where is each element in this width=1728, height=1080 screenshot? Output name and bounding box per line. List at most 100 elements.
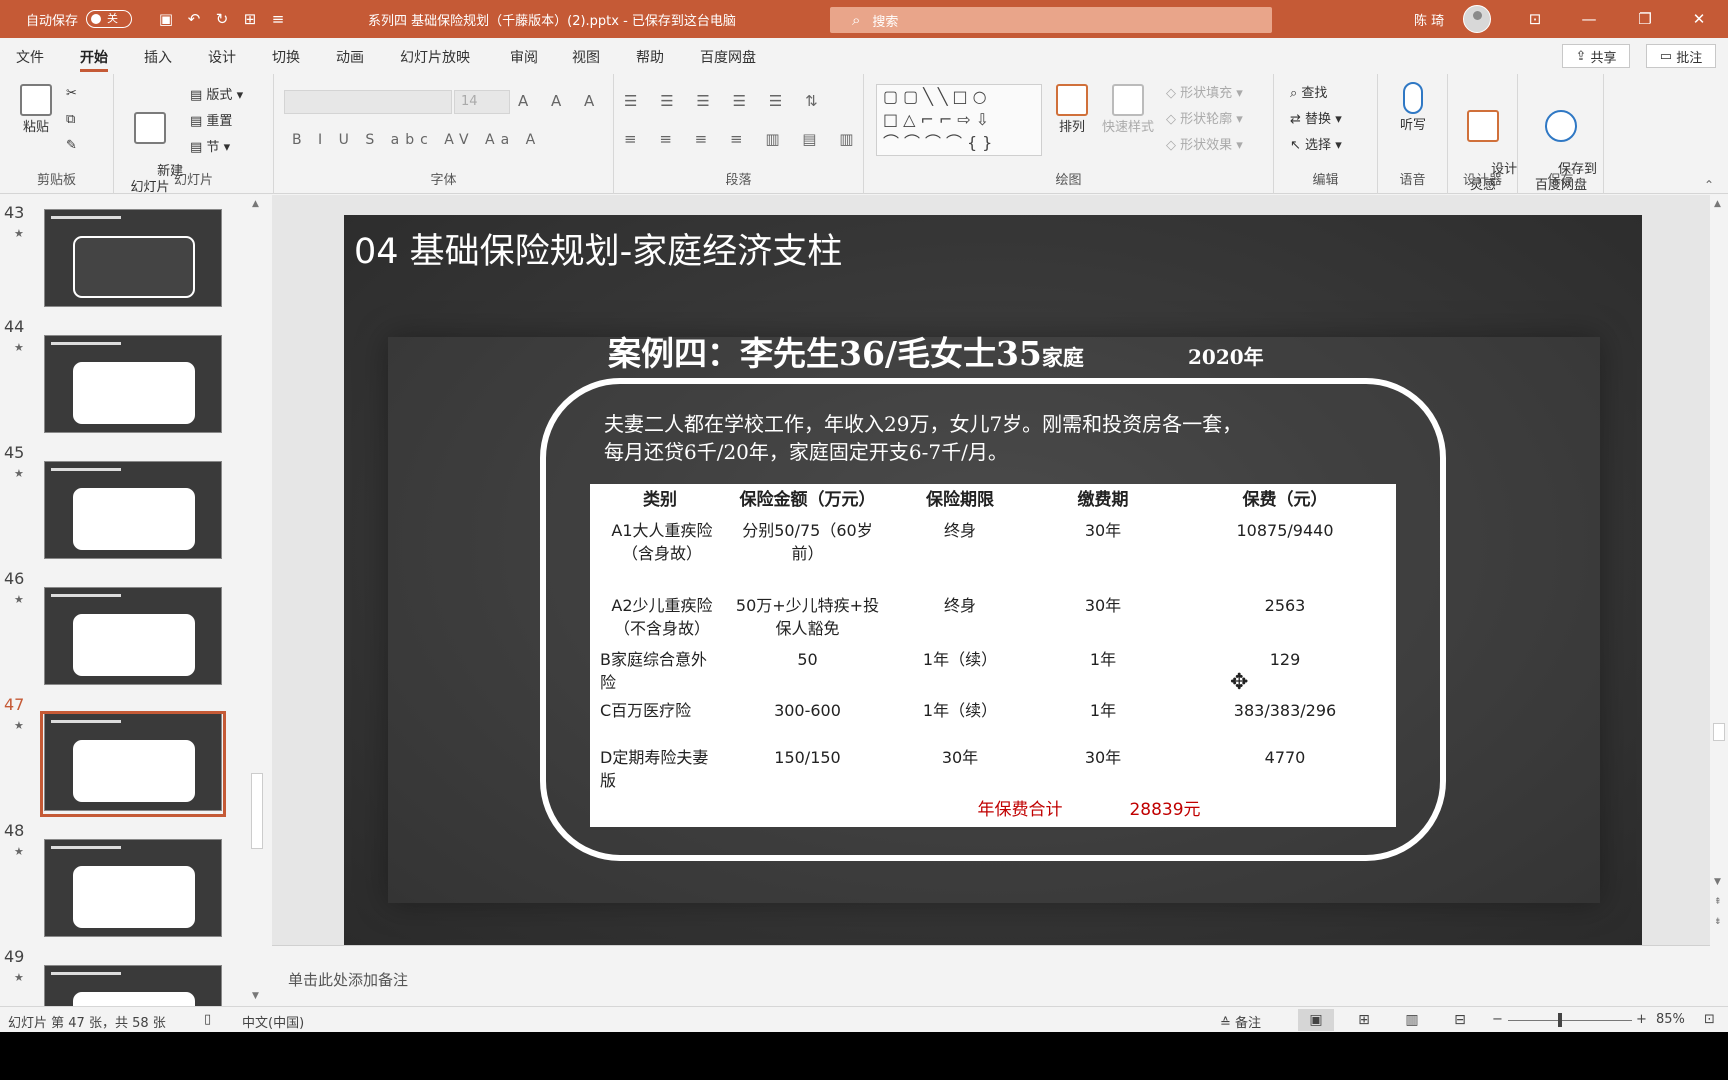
insurance-table[interactable]: 类别 保险金额（万元） 保险期限 缴费期 保费（元） A1大人重疾险 （含身故）… [590, 484, 1396, 827]
scroll-up-icon[interactable]: ▲ [1714, 199, 1721, 209]
collapse-ribbon-icon[interactable]: ⌃ [1704, 178, 1714, 192]
tab-view[interactable]: 视图 [572, 47, 600, 67]
scroll-down-icon[interactable]: ▼ [252, 991, 259, 1001]
search-box[interactable]: ⌕ 搜索 [830, 7, 1272, 33]
tab-review[interactable]: 审阅 [510, 47, 538, 67]
case-description[interactable]: 夫妻二人都在学校工作，年收入29万，女儿7岁。刚需和投资房各一套， 每月还贷6千… [604, 410, 1364, 466]
case-year[interactable]: 2020年 [1188, 341, 1264, 370]
font-name-field[interactable] [284, 90, 452, 114]
font-size-field[interactable]: 14 [454, 90, 510, 114]
tab-home[interactable]: 开始 [80, 47, 108, 72]
maximize-icon[interactable]: ❐ [1620, 0, 1670, 38]
save-to-baidu-button[interactable]: 保存到 百度网盘 [1524, 78, 1598, 210]
zoom-slider[interactable] [1508, 1020, 1632, 1021]
case-title-suffix: 家庭 [1041, 345, 1084, 370]
menu-bar: 文件 开始 插入 设计 切换 动画 幻灯片放映 审阅 视图 帮助 百度网盘 ⇪ … [0, 38, 1728, 74]
notes-toggle[interactable]: ≙ 备注 [1220, 1012, 1261, 1031]
new-slide-button[interactable]: 新建 幻灯片 [124, 80, 183, 212]
autosave-control[interactable]: 自动保存 关 [26, 0, 133, 38]
list-indent-icons[interactable]: ☰ ☰ ☰ ☰ ☰ ⇅ [624, 92, 827, 110]
font-format-buttons[interactable]: B I U S abc AV Aa A [292, 132, 541, 148]
cut-icon[interactable]: ✂ [66, 86, 77, 101]
arrange-button[interactable]: 排列 [1050, 84, 1094, 136]
start-slideshow-icon[interactable]: ⊞ [240, 10, 260, 28]
language-indicator[interactable]: 中文(中国) [242, 1012, 304, 1031]
reading-view-icon[interactable]: ▥ [1394, 1009, 1430, 1031]
design-ideas-button[interactable]: 设计 灵感 [1458, 78, 1517, 210]
undo-icon[interactable]: ↶ [184, 10, 204, 28]
customize-qat-icon[interactable]: ≡ [268, 10, 288, 28]
comments-button[interactable]: ▭ 批注 [1646, 44, 1716, 68]
tab-animations[interactable]: 动画 [336, 47, 364, 67]
reset-button[interactable]: ▤ 重置 [190, 110, 232, 129]
shape-fill-button[interactable]: ◇ 形状填充 ▾ [1166, 82, 1243, 101]
scroll-down-icon[interactable]: ▼ [1714, 877, 1721, 887]
zoom-level[interactable]: 85% [1656, 1012, 1685, 1027]
dictate-button[interactable]: 听写 [1388, 82, 1438, 134]
replace-button[interactable]: ⇄ 替换 ▾ [1290, 108, 1342, 127]
normal-view-icon[interactable]: ▣ [1298, 1009, 1334, 1031]
slide-canvas[interactable]: 04 基础保险规划-家庭经济支柱 案例四：李先生36/毛女士35家庭 2020年… [344, 215, 1642, 945]
zoom-in-icon[interactable]: + [1636, 1012, 1647, 1027]
zoom-slider-knob[interactable] [1558, 1013, 1562, 1027]
font-grow-shrink-icon[interactable]: A A A [518, 92, 603, 110]
paste-button[interactable]: 粘贴 [14, 84, 58, 136]
tab-design[interactable]: 设计 [208, 47, 236, 67]
shapes-gallery[interactable]: ▢▢╲╲□○ □△⌐⌐⇨⇩ ⌒⌒⌒⌒{} [876, 84, 1042, 156]
voice-group-label: 语音 [1399, 173, 1426, 188]
ribbon-display-icon[interactable]: ⊡ [1510, 0, 1560, 38]
accessibility-icon[interactable]: ▯ [204, 1012, 211, 1027]
notes-pane[interactable]: 单击此处添加备注 [272, 945, 1710, 1006]
tab-file[interactable]: 文件 [16, 47, 44, 67]
tab-slideshow[interactable]: 幻灯片放映 [400, 47, 470, 67]
slide-thumbnail[interactable] [44, 335, 222, 433]
tab-baidu[interactable]: 百度网盘 [700, 47, 756, 67]
shape-outline-button[interactable]: ◇ 形状轮廓 ▾ [1166, 108, 1243, 127]
slide-thumbnail[interactable] [44, 209, 222, 307]
editor-scrollbar[interactable]: ▲ ▼ ⇞ ⇟ [1710, 195, 1728, 1006]
redo-icon[interactable]: ↻ [212, 10, 232, 28]
avatar[interactable] [1463, 5, 1491, 33]
save-icon[interactable]: ▣ [156, 10, 176, 28]
zoom-out-icon[interactable]: − [1492, 1012, 1503, 1027]
copy-icon[interactable]: ⧉ [66, 112, 75, 127]
tab-insert[interactable]: 插入 [144, 47, 172, 67]
quick-styles-button[interactable]: 快速样式 [1098, 84, 1158, 136]
layout-button[interactable]: ▤ 版式 ▾ [190, 84, 243, 103]
document-title[interactable]: 系列四 基础保险规划（千藤版本）(2).pptx - 已保存到这台电脑 [368, 0, 736, 38]
format-painter-icon[interactable]: ✎ [66, 138, 77, 153]
next-slide-icon[interactable]: ⇟ [1714, 917, 1722, 927]
previous-slide-icon[interactable]: ⇞ [1714, 897, 1722, 907]
tab-help[interactable]: 帮助 [636, 47, 664, 67]
slide-thumbnail[interactable] [44, 461, 222, 559]
fit-to-window-icon[interactable]: ⊡ [1704, 1012, 1715, 1027]
ribbon: 粘贴 ✂ ⧉ ✎ 剪贴板 新建 幻灯片 ▤ 版式 ▾ ▤ 重置 ▤ 节 ▾ 幻灯… [0, 74, 1728, 195]
minimize-icon[interactable]: — [1564, 0, 1614, 38]
shape-effects-button[interactable]: ◇ 形状效果 ▾ [1166, 134, 1243, 153]
slide-sorter-icon[interactable]: ⊞ [1346, 1009, 1382, 1031]
table-cell: 300-600 [774, 701, 841, 720]
slideshow-view-icon[interactable]: ⊟ [1442, 1009, 1478, 1031]
tab-transitions[interactable]: 切换 [272, 47, 300, 67]
status-bar: 幻灯片 第 47 张，共 58 张 ▯ 中文(中国) ≙ 备注 ▣ ⊞ ▥ ⊟ … [0, 1006, 1728, 1032]
section-button[interactable]: ▤ 节 ▾ [190, 136, 230, 155]
slide-thumbnail[interactable] [44, 587, 222, 685]
case-title[interactable]: 案例四：李先生36/毛女士35家庭 [608, 327, 1084, 375]
notes-placeholder[interactable]: 单击此处添加备注 [288, 969, 408, 990]
alignment-icons[interactable]: ≡ ≡ ≡ ≡ ▥ ▤ ▥ [624, 130, 862, 148]
user-name[interactable]: 陈 琦 [1414, 0, 1444, 38]
autosave-toggle[interactable]: 关 [86, 10, 133, 28]
select-button[interactable]: ↖ 选择 ▾ [1290, 134, 1342, 153]
slide-thumbnail[interactable] [44, 965, 222, 1006]
scroll-thumb[interactable] [1713, 723, 1725, 741]
scroll-up-icon[interactable]: ▲ [252, 199, 259, 209]
table-cell: 2563 [1264, 596, 1306, 615]
scroll-thumb[interactable] [251, 773, 263, 849]
find-button[interactable]: ⌕ 查找 [1290, 82, 1327, 101]
thumbnail-scrollbar[interactable]: ▲ ▼ [248, 195, 266, 1006]
share-button[interactable]: ⇪ 共享 [1562, 44, 1630, 68]
slide-title[interactable]: 04 基础保险规划-家庭经济支柱 [354, 223, 842, 274]
slide-thumbnail[interactable] [44, 839, 222, 937]
search-icon: ⌕ [852, 11, 861, 29]
close-icon[interactable]: ✕ [1674, 0, 1724, 38]
